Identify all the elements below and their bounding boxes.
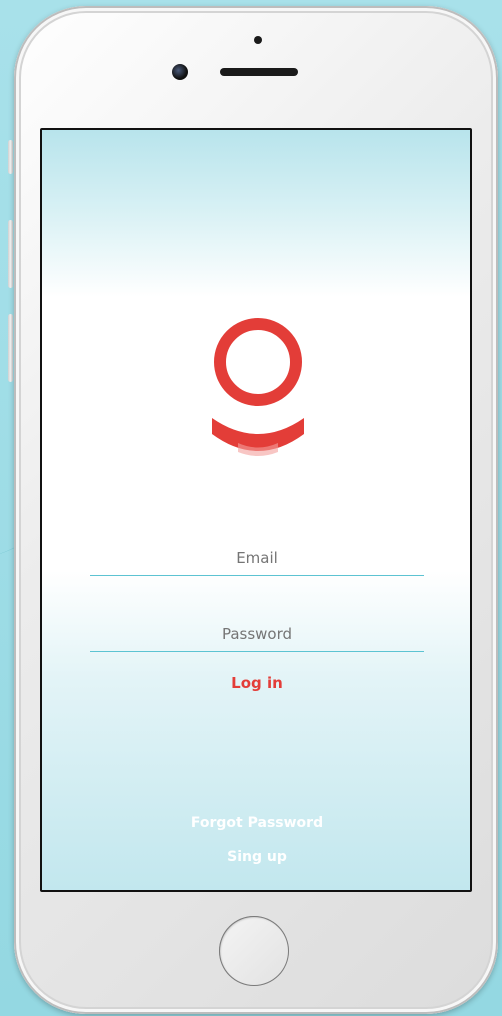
email-field: [90, 545, 424, 576]
phone-screen: Log in Forgot Password Sing up: [40, 128, 472, 892]
front-camera-icon: [172, 64, 188, 80]
home-button[interactable]: [219, 916, 289, 986]
mockup-stage: Log in Forgot Password Sing up: [0, 0, 502, 1016]
phone-frame: Log in Forgot Password Sing up: [14, 6, 498, 1014]
email-underline: [90, 575, 424, 576]
password-underline: [90, 651, 424, 652]
volume-up-button: [8, 220, 13, 288]
signup-link[interactable]: Sing up: [132, 848, 382, 866]
login-screen: Log in Forgot Password Sing up: [42, 130, 470, 890]
login-button[interactable]: Log in: [192, 673, 322, 693]
mute-switch: [8, 140, 13, 174]
volume-down-button: [8, 314, 13, 382]
forgot-password-link[interactable]: Forgot Password: [132, 814, 382, 832]
password-field: [90, 621, 424, 652]
app-logo-icon: [212, 318, 304, 456]
password-input[interactable]: [90, 621, 424, 651]
earpiece-speaker: [220, 68, 298, 76]
email-input[interactable]: [90, 545, 424, 575]
proximity-sensor: [254, 36, 262, 44]
